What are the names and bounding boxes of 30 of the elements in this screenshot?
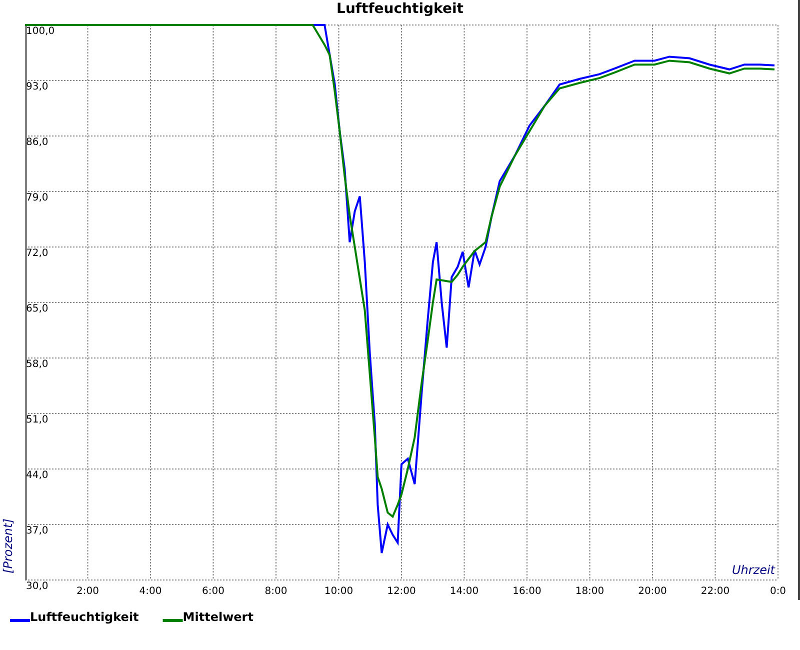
y-tick-label: 79,0 bbox=[26, 192, 48, 204]
x-tick-label: 4:00 bbox=[139, 586, 162, 597]
x-tick-label: 0:0 bbox=[770, 586, 786, 597]
x-axis-label: Uhrzeit bbox=[732, 563, 775, 577]
chart-title: Luftfeuchtigkeit bbox=[336, 1, 464, 17]
y-tick-label: 100,0 bbox=[26, 26, 55, 37]
y-tick-label: 37,0 bbox=[26, 526, 48, 536]
x-tick-label: 18:00 bbox=[575, 586, 604, 597]
y-tick-label: 58,0 bbox=[26, 359, 48, 370]
legend-label: Mittelwert bbox=[182, 610, 254, 624]
y-tick-label: 51,0 bbox=[26, 414, 48, 426]
y-tick-label: 86,0 bbox=[26, 137, 48, 148]
legend-swatch bbox=[10, 619, 30, 622]
y-tick-label: 30,0 bbox=[26, 581, 48, 592]
x-tick-label: 2:00 bbox=[76, 586, 99, 597]
y-tick-label: 44,0 bbox=[26, 470, 48, 481]
legend-swatch bbox=[162, 619, 183, 622]
y-axis-label: [Prozent] bbox=[1, 518, 15, 574]
x-tick-label: 16:00 bbox=[512, 586, 542, 597]
x-tick-label: 8:00 bbox=[264, 586, 288, 597]
x-tick-label: 14:00 bbox=[450, 586, 479, 597]
y-tick-label: 93,0 bbox=[26, 82, 48, 92]
x-tick-label: 12:00 bbox=[387, 586, 416, 597]
legend-label: Luftfeuchtigkeit bbox=[30, 610, 139, 624]
y-tick-label: 72,0 bbox=[26, 248, 48, 259]
x-tick-label: 6:00 bbox=[202, 586, 224, 597]
x-tick-label: 22:00 bbox=[700, 586, 730, 597]
y-tick-label: 65,0 bbox=[26, 304, 48, 314]
x-tick-label: 20:00 bbox=[638, 586, 667, 597]
x-tick-label: 10:00 bbox=[324, 586, 354, 597]
